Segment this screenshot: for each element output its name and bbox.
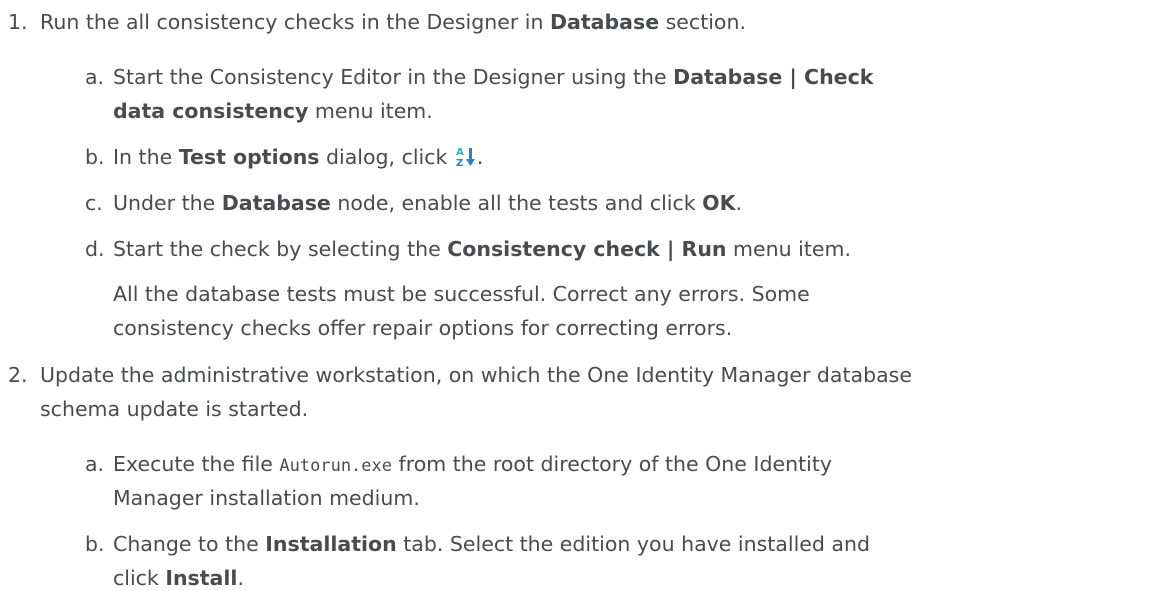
substep-2a-line2: Manager installation medium.	[113, 486, 420, 510]
step-number: 2.	[8, 363, 28, 387]
substep-1a-line2: data consistency menu item.	[113, 99, 433, 123]
substep-letter: b.	[85, 145, 105, 169]
menu-path: Consistency check | Run	[447, 237, 727, 261]
substep-letter: a.	[85, 452, 105, 476]
substep-1d-note-line2: consistency checks offer repair options …	[113, 316, 733, 340]
bold-term: Database	[550, 10, 660, 34]
substep-letter: b.	[85, 532, 105, 556]
dialog-name: Test options	[178, 145, 320, 169]
substep-text: Under the Database node, enable all the …	[113, 191, 742, 215]
step-text: Update the administrative workstation, o…	[40, 363, 912, 387]
tab-name: Installation	[265, 532, 397, 556]
svg-text:Z: Z	[456, 158, 463, 167]
substep-text: In the Test options dialog, click AZ.	[113, 145, 483, 172]
file-name: Autorun.exe	[279, 456, 392, 476]
substep-text: Change to the Installation tab. Select t…	[113, 532, 870, 556]
substep-text: Start the Consistency Editor in the Desi…	[113, 65, 874, 89]
substep-text: Execute the file Autorun.exe from the ro…	[113, 452, 832, 476]
node-name: Database	[221, 191, 331, 215]
menu-path-cont: data consistency	[113, 99, 309, 123]
substep-1d-note-line1: All the database tests must be successfu…	[113, 282, 810, 306]
substep-text: Start the check by selecting the Consist…	[113, 237, 851, 261]
sort-az-icon: AZ	[456, 145, 476, 172]
substep-2b-line2: click Install.	[113, 566, 244, 590]
svg-text:A: A	[456, 147, 464, 158]
substep-letter: a.	[85, 65, 105, 89]
substep-letter: c.	[85, 191, 103, 215]
step-text: Run the all consistency checks in the De…	[40, 10, 746, 34]
step-2-line2: schema update is started.	[40, 397, 309, 421]
substep-letter: d.	[85, 237, 105, 261]
step-number: 1.	[8, 10, 28, 34]
ok-label: OK	[702, 191, 736, 215]
install-label: Install	[165, 566, 238, 590]
menu-path: Database | Check	[673, 65, 874, 89]
